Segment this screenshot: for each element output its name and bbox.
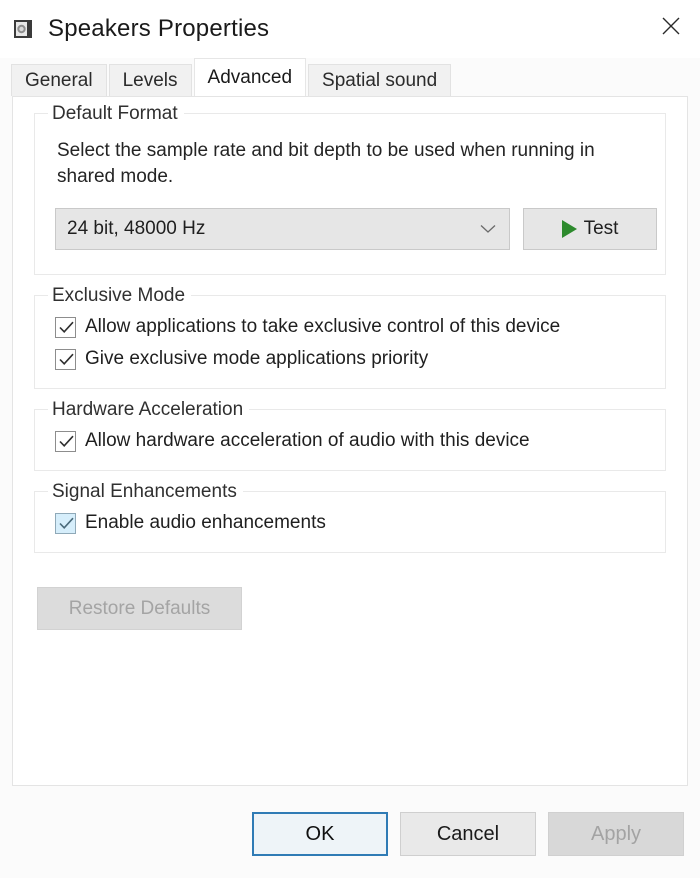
checkbox-label: Give exclusive mode applications priorit… — [85, 348, 429, 370]
speakers-properties-dialog: Speakers Properties General Levels Advan… — [0, 0, 700, 878]
tab-strip: General Levels Advanced Spatial sound — [0, 58, 700, 96]
speaker-icon — [10, 16, 36, 42]
checkbox-label: Enable audio enhancements — [85, 512, 326, 534]
checkbox-icon — [55, 316, 76, 338]
checkbox-label: Allow applications to take exclusive con… — [85, 316, 561, 338]
restore-defaults-button[interactable]: Restore Defaults — [37, 587, 242, 631]
checkbox-icon — [55, 348, 76, 370]
checkbox-icon — [55, 430, 76, 452]
default-format-description: Select the sample rate and bit depth to … — [57, 140, 595, 188]
play-icon — [561, 220, 577, 239]
tab-advanced[interactable]: Advanced — [193, 58, 307, 96]
window-title: Speakers Properties — [48, 15, 270, 42]
checkbox-label: Allow hardware acceleration of audio wit… — [85, 430, 530, 452]
test-button-label: Test — [583, 218, 619, 240]
checkbox-enable-audio-enhancements[interactable]: Enable audio enhancements — [55, 512, 647, 534]
checkbox-allow-hardware-acceleration[interactable]: Allow hardware acceleration of audio wit… — [55, 430, 647, 452]
default-format-legend: Default Format — [48, 103, 184, 125]
dialog-footer: OK Cancel Apply — [0, 790, 700, 878]
exclusive-mode-group: Exclusive Mode Allow applications to tak… — [34, 285, 666, 390]
ok-button[interactable]: OK — [252, 812, 388, 856]
title-bar: Speakers Properties — [0, 0, 700, 58]
exclusive-mode-legend: Exclusive Mode — [48, 285, 192, 308]
checkbox-icon — [55, 512, 76, 534]
apply-button[interactable]: Apply — [548, 812, 684, 856]
checkbox-exclusive-priority[interactable]: Give exclusive mode applications priorit… — [55, 348, 647, 370]
signal-enhancements-legend: Signal Enhancements — [48, 481, 243, 504]
close-icon[interactable] — [642, 0, 700, 52]
hardware-acceleration-legend: Hardware Acceleration — [48, 399, 250, 422]
cancel-button[interactable]: Cancel — [400, 812, 536, 856]
signal-enhancements-group: Signal Enhancements Enable audio enhance… — [34, 481, 666, 554]
checkbox-allow-exclusive-control[interactable]: Allow applications to take exclusive con… — [55, 316, 647, 338]
tab-levels[interactable]: Levels — [108, 64, 192, 96]
chevron-down-icon — [480, 218, 496, 240]
sample-rate-dropdown[interactable]: 24 bit, 48000 Hz — [55, 208, 510, 251]
test-button[interactable]: Test — [523, 208, 657, 251]
hardware-acceleration-group: Hardware Acceleration Allow hardware acc… — [34, 399, 666, 472]
default-format-row: 24 bit, 48000 Hz Test — [55, 208, 657, 251]
default-format-group: Default Format Select the sample rate an… — [34, 103, 666, 276]
tab-spatial-sound[interactable]: Spatial sound — [308, 64, 452, 96]
advanced-tab-panel: Default Format Select the sample rate an… — [12, 96, 688, 786]
sample-rate-value: 24 bit, 48000 Hz — [67, 218, 206, 240]
tab-general[interactable]: General — [11, 64, 107, 96]
